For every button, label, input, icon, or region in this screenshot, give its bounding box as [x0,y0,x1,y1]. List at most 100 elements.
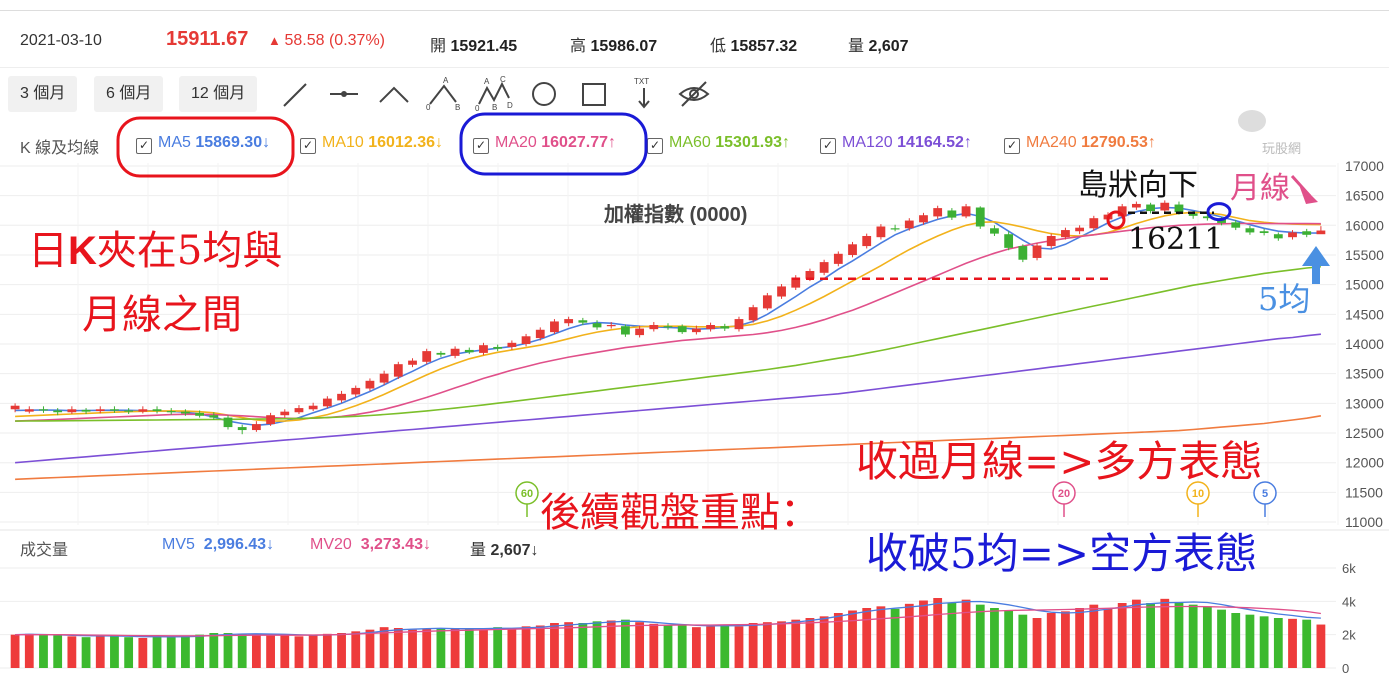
volume-bar [592,621,602,668]
candle-body [635,328,645,336]
ma5-legend[interactable]: ✓ MA5 15869.30↓ [136,134,270,154]
volume-tick-label: 4k [1342,594,1356,609]
candle-body [933,208,943,217]
ma20-legend[interactable]: ✓ MA20 16027.77↑ [473,134,616,154]
volume-bar [1146,603,1155,668]
volume-bar [933,598,943,668]
range-12m-button[interactable]: 12 個月 [179,76,258,112]
volume-bar [365,629,375,668]
ma-marker-label: 60 [521,488,533,500]
volume-bar [266,635,275,668]
candle-body [223,417,233,428]
gap-circle-red [1106,210,1126,230]
candle-body [521,336,531,344]
checkbox-ma60[interactable]: ✓ [647,138,663,154]
volume-bar [251,634,261,668]
candle-body [621,326,630,335]
rect-tool-button[interactable] [574,76,614,112]
candle-body [479,345,488,353]
y-tick-label: 13500 [1345,366,1384,382]
volume-bar [990,608,999,668]
ma240-legend[interactable]: ✓ MA240 12790.53↑ [1004,134,1156,154]
abcd-tool-button[interactable]: A C 0 B D [474,75,514,113]
candle-body [308,405,318,410]
hide-tool-button[interactable] [674,76,714,112]
abc-tool-button[interactable]: A 0 B [424,76,464,112]
volume-ma-lines [15,600,1321,638]
volume-bar [805,618,815,668]
hline-tool-button[interactable] [324,76,364,112]
volume-tick-label: 6k [1342,561,1356,576]
volume-bar [237,633,247,668]
quote-price: 15911.67 [166,28,249,50]
volume-bar [521,626,531,668]
ma120-legend[interactable]: ✓ MA120 14164.52↑ [820,134,972,154]
y-tick-label: 12000 [1345,455,1384,471]
ma-marker-label: 5 [1262,488,1268,500]
ma60-legend[interactable]: ✓ MA60 15301.93↑ [647,134,790,154]
candle-body [138,409,148,412]
moon-line-arrow-shaft [1290,174,1312,198]
volume-bar [663,624,673,668]
moon-line-arrow [1298,182,1318,204]
candle-body [862,235,872,247]
annotation-bull: 收過月線=>多方表態 [856,437,1263,486]
volume-bar [975,604,985,668]
candle-body [379,373,389,383]
text-tool-button[interactable]: TXT [624,76,664,112]
circle-tool-button[interactable] [524,76,564,112]
candle-body [848,244,857,255]
angle-tool-button[interactable] [374,76,414,112]
checkbox-ma20[interactable]: ✓ [473,138,489,154]
volume-bar [53,635,63,668]
annotation-focus: 後續觀盤重點： [540,490,820,536]
volume-bar [748,623,758,668]
candle-body [990,228,999,234]
volume-tick-label: 2k [1342,628,1356,643]
checkbox-ma240[interactable]: ✓ [1004,138,1020,154]
annotation-island: 島狀向下 [1078,168,1198,203]
ma10-legend[interactable]: ✓ MA10 16012.36↓ [300,134,443,154]
candle-body [876,226,886,238]
volume-bar [848,610,857,668]
candle-body [777,286,786,297]
volume-bar [1046,613,1056,668]
volume-bar [1032,618,1042,668]
candle-body [1117,206,1127,217]
y-tick-label: 16000 [1345,217,1384,233]
candle-body [1046,235,1056,247]
volume-bar [195,634,205,668]
volume-bar [24,633,34,668]
vol-legend: 量 2,607↓ [470,542,539,559]
candle-body [1259,231,1269,234]
candle-body [677,326,687,333]
volume-bar [493,627,503,668]
candle-body [791,277,801,288]
candle-body [535,329,545,339]
volume-legend-title: 成交量 [20,542,69,559]
range-3m-button[interactable]: 3 個月 [8,76,78,112]
volume-bar [904,603,914,668]
volume-bar [720,624,730,668]
checkbox-ma10[interactable]: ✓ [300,138,316,154]
volume-bar [1004,610,1014,668]
candle-body [1202,216,1212,219]
candle-body [507,342,517,347]
volume-bar [691,627,701,668]
volume-bar [67,636,77,668]
line-tool-button[interactable] [274,76,314,112]
candle-body [1061,230,1070,238]
volume-bar [223,633,233,668]
volume-bar [280,634,290,668]
volume-bar [833,613,843,668]
volume-bar [1117,603,1127,668]
volume-bar [1089,604,1099,668]
checkbox-ma120[interactable]: ✓ [820,138,836,154]
ma-legend-title: K 線及均線 [20,140,100,157]
volume-bar [479,629,488,668]
quote-low: 低 15857.32 [710,38,798,55]
abc-pattern-icon: A 0 B [426,76,460,112]
checkbox-ma5[interactable]: ✓ [136,138,152,154]
volume-bar [635,622,645,668]
range-6m-button[interactable]: 6 個月 [94,76,164,112]
